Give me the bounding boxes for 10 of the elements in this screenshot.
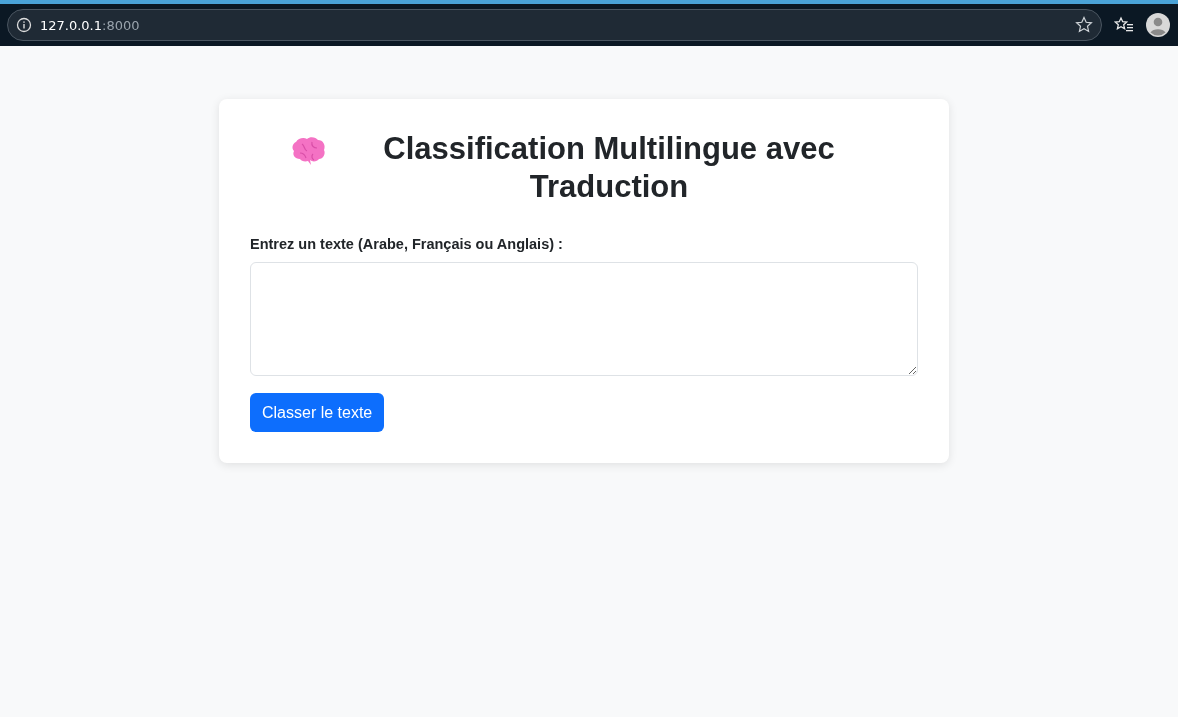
- info-icon[interactable]: [16, 17, 32, 33]
- url-text: 127.0.0.1:8000: [40, 17, 141, 33]
- profile-icon[interactable]: [1146, 13, 1170, 37]
- page-title: Classification Multilingue avec Traduction: [382, 130, 836, 206]
- text-input-field[interactable]: [250, 262, 918, 376]
- bookmarks-icon[interactable]: [1114, 16, 1134, 34]
- field-label: Entrez un texte (Arabe, Français ou Anglais) :: [250, 236, 564, 252]
- star-icon[interactable]: [1075, 16, 1093, 34]
- address-bar[interactable]: 127.0.0.1:8000: [7, 9, 1102, 41]
- classify-button[interactable]: Classer le texte: [250, 393, 385, 432]
